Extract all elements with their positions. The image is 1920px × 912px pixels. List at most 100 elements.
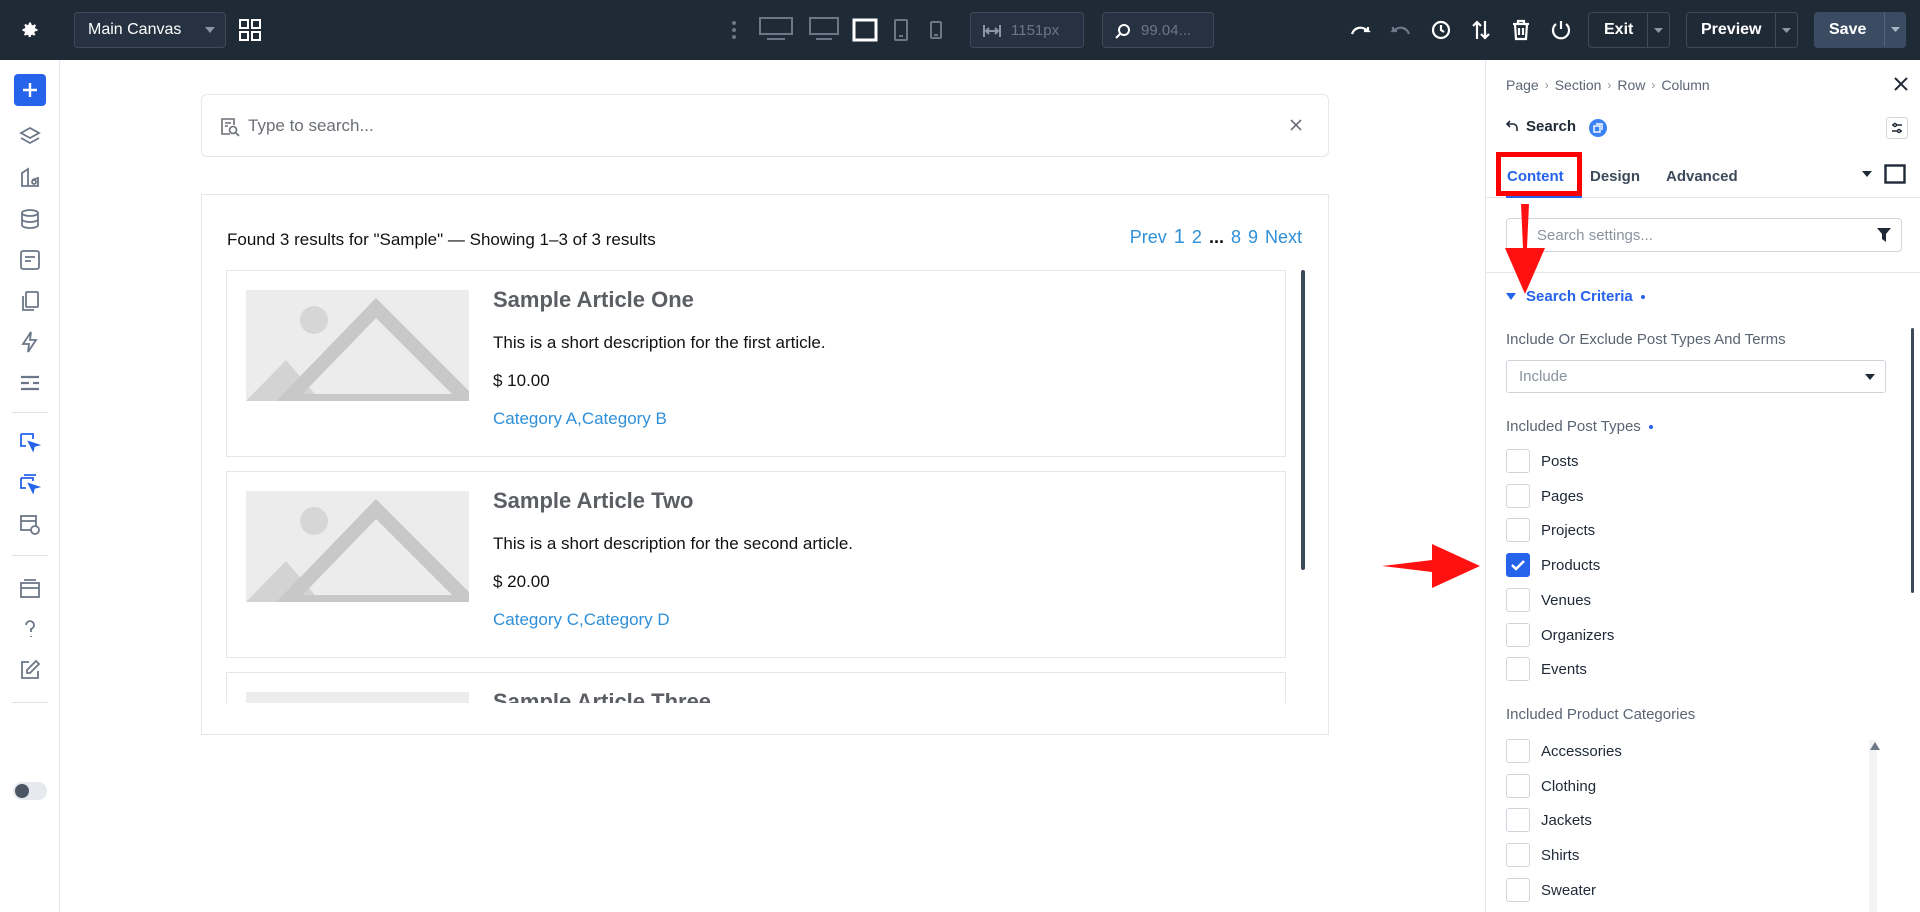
- breadcrumb-row[interactable]: Row: [1617, 77, 1645, 93]
- checkbox-posts[interactable]: Posts: [1506, 448, 1579, 474]
- checkbox-box[interactable]: [1506, 739, 1530, 763]
- preview-layout-icon[interactable]: [19, 514, 41, 536]
- lightning-icon[interactable]: [19, 331, 41, 353]
- result-title[interactable]: Sample Article Three: [493, 689, 711, 703]
- library-icon[interactable]: [19, 577, 41, 599]
- checkbox-box[interactable]: [1506, 657, 1530, 681]
- multi-select-cursor-icon[interactable]: [19, 473, 41, 495]
- tab-design[interactable]: Design: [1590, 168, 1640, 185]
- pagination-page-9[interactable]: 9: [1248, 227, 1258, 248]
- save-button[interactable]: Save: [1814, 12, 1906, 48]
- checkbox-box[interactable]: [1506, 623, 1530, 647]
- result-card[interactable]: Sample Article Three: [226, 672, 1286, 703]
- image-placeholder-icon: [246, 290, 469, 401]
- breadcrumb-page[interactable]: Page: [1506, 77, 1539, 93]
- redo-icon[interactable]: [1390, 19, 1412, 41]
- checkbox-shirts[interactable]: Shirts: [1506, 842, 1579, 868]
- checkbox-box[interactable]: [1506, 774, 1530, 798]
- preview-button[interactable]: Preview: [1686, 12, 1798, 48]
- back-arrow-icon[interactable]: [1506, 120, 1518, 132]
- result-title[interactable]: Sample Article Two: [493, 488, 694, 514]
- pagination-next[interactable]: Next: [1265, 227, 1302, 248]
- categories-scrollbar[interactable]: [1869, 740, 1877, 912]
- undo-icon[interactable]: [1349, 19, 1371, 41]
- preview-dropdown-toggle[interactable]: [1775, 13, 1797, 47]
- filter-icon[interactable]: [1877, 228, 1891, 242]
- result-card[interactable]: Sample Article Two This is a short descr…: [226, 471, 1286, 658]
- result-categories[interactable]: Category A,Category B: [493, 409, 667, 429]
- checkbox-sweater[interactable]: Sweater: [1506, 877, 1596, 903]
- checkbox-box[interactable]: [1506, 843, 1530, 867]
- list-lines-icon[interactable]: [19, 372, 41, 394]
- phone-icon[interactable]: [930, 21, 942, 39]
- design-brush-icon[interactable]: [19, 167, 41, 189]
- result-card[interactable]: Sample Article One This is a short descr…: [226, 270, 1286, 457]
- checkbox-jackets[interactable]: Jackets: [1506, 807, 1592, 833]
- search-results: Found 3 results for "Sample" — Showing 1…: [201, 194, 1329, 735]
- save-dropdown-toggle[interactable]: [1884, 12, 1906, 46]
- layers-icon[interactable]: [19, 126, 41, 148]
- pages-icon[interactable]: [19, 290, 41, 312]
- exit-button[interactable]: Exit: [1588, 12, 1670, 48]
- checkbox-organizers[interactable]: Organizers: [1506, 622, 1614, 648]
- checkbox-box[interactable]: [1506, 484, 1530, 508]
- search-bar[interactable]: Type to search...: [201, 94, 1329, 157]
- trash-icon[interactable]: [1510, 19, 1532, 41]
- pagination-page-2[interactable]: 2: [1192, 227, 1202, 248]
- power-icon[interactable]: [1550, 19, 1572, 41]
- checkbox-venues[interactable]: Venues: [1506, 587, 1591, 613]
- checkbox-box[interactable]: [1506, 518, 1530, 542]
- checkbox-box[interactable]: [1506, 449, 1530, 473]
- laptop-icon[interactable]: [852, 18, 878, 42]
- canvas-width-field[interactable]: 1151px: [970, 12, 1084, 48]
- checkbox-box[interactable]: [1506, 878, 1530, 902]
- edit-note-icon[interactable]: [19, 659, 41, 681]
- help-question-icon[interactable]: [19, 618, 41, 640]
- checkbox-box[interactable]: [1506, 588, 1530, 612]
- canvas-select[interactable]: Main Canvas: [74, 12, 226, 48]
- desktop-icon[interactable]: [809, 16, 839, 42]
- grid-icon[interactable]: [238, 18, 262, 42]
- select-cursor-icon[interactable]: [19, 432, 41, 454]
- panel-scrollbar[interactable]: [1911, 328, 1914, 593]
- pagination-page-1[interactable]: 1: [1174, 226, 1185, 249]
- chevron-right-icon: ›: [1651, 78, 1656, 92]
- exit-dropdown-toggle[interactable]: [1647, 13, 1669, 47]
- module-options-button[interactable]: [1886, 117, 1908, 139]
- scroll-up-icon[interactable]: [1870, 742, 1880, 750]
- module-preset-icon[interactable]: [1589, 119, 1607, 137]
- tablet-icon[interactable]: [894, 19, 908, 41]
- result-categories[interactable]: Category C,Category D: [493, 610, 670, 630]
- checkbox-products[interactable]: Products: [1506, 552, 1600, 578]
- include-select[interactable]: Include: [1506, 360, 1886, 393]
- close-icon[interactable]: [1290, 119, 1302, 131]
- settings-search-input[interactable]: Search settings...: [1506, 218, 1902, 252]
- desktop-wide-icon[interactable]: [759, 16, 793, 42]
- close-panel-icon[interactable]: [1894, 77, 1908, 91]
- database-icon[interactable]: [19, 208, 41, 230]
- add-element-button[interactable]: [14, 74, 46, 106]
- history-icon[interactable]: [1430, 19, 1452, 41]
- checkbox-accessories[interactable]: Accessories: [1506, 738, 1622, 764]
- result-title[interactable]: Sample Article One: [493, 287, 694, 313]
- tab-advanced[interactable]: Advanced: [1666, 168, 1738, 185]
- form-icon[interactable]: [19, 249, 41, 271]
- checkbox-projects[interactable]: Projects: [1506, 517, 1595, 543]
- results-scrollbar[interactable]: [1301, 270, 1305, 570]
- zoom-field[interactable]: 99.04...: [1102, 12, 1214, 48]
- checkbox-pages[interactable]: Pages: [1506, 483, 1584, 509]
- checkbox-clothing[interactable]: Clothing: [1506, 773, 1596, 799]
- settings-gear-button[interactable]: [0, 0, 60, 60]
- checkbox-box[interactable]: [1506, 553, 1530, 577]
- breadcrumb-section[interactable]: Section: [1555, 77, 1602, 93]
- square-outline-icon[interactable]: [1884, 164, 1906, 184]
- sort-arrows-icon[interactable]: [1470, 19, 1492, 41]
- theme-toggle[interactable]: [13, 782, 47, 800]
- pagination-page-8[interactable]: 8: [1231, 227, 1241, 248]
- caret-down-icon[interactable]: [1862, 171, 1872, 177]
- pagination-prev[interactable]: Prev: [1130, 227, 1167, 248]
- checkbox-box[interactable]: [1506, 808, 1530, 832]
- checkbox-events[interactable]: Events: [1506, 656, 1587, 682]
- more-vertical-icon[interactable]: [731, 20, 737, 40]
- breadcrumb-column[interactable]: Column: [1661, 77, 1709, 93]
